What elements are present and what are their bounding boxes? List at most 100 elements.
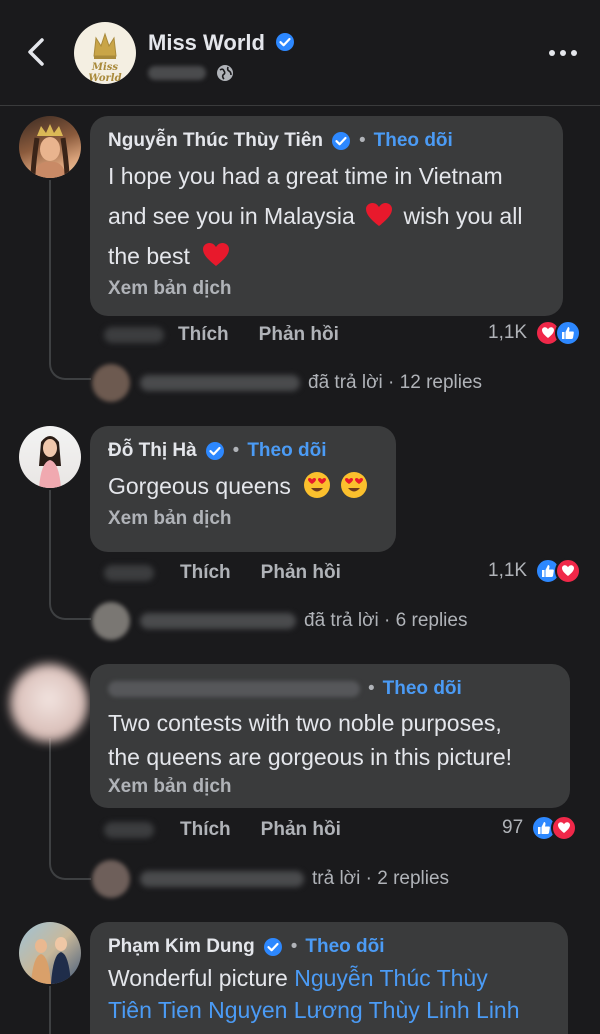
reply-summary-text: đã trả lời · 6 replies <box>304 610 468 631</box>
more-horizontal-icon[interactable] <box>548 48 578 58</box>
avatar-photo <box>31 937 71 984</box>
follow-button[interactable]: Theo dõi <box>374 130 453 152</box>
separator-dot: • <box>368 678 375 699</box>
logo-text: Miss World <box>88 62 122 84</box>
thread-line <box>49 180 51 356</box>
globe-icon <box>217 65 233 81</box>
comment-bubble[interactable]: Đỗ Thị Hà • Theo dõi Gorgeous queens Xem… <box>90 426 396 552</box>
separator-dot: • <box>359 130 366 151</box>
reaction-summary[interactable]: 1,1K <box>488 558 582 584</box>
comment-header: • Theo dõi <box>108 678 552 700</box>
comment-header: Nguyễn Thúc Thùy Tiên • Theo dõi <box>108 130 545 152</box>
comment-line: Two contests with two noble purposes, <box>108 710 502 736</box>
red-heart-emoji-icon <box>366 203 393 226</box>
comment-header: Đỗ Thị Hà • Theo dõi <box>108 440 378 462</box>
comment-bubble[interactable]: Phạm Kim Dung • Theo dõi Wonderful pictu… <box>90 922 568 1034</box>
comment-bubble[interactable]: • Theo dõi Two contests with two noble p… <box>90 664 570 808</box>
comment-avatar[interactable] <box>19 116 81 178</box>
comment-author[interactable]: Nguyễn Thúc Thùy Tiên <box>108 130 323 152</box>
heart-eyes-emoji-icon <box>340 472 367 498</box>
follow-button[interactable]: Theo dõi <box>305 936 384 958</box>
reply-button[interactable]: Phản hồi <box>259 324 339 346</box>
post-meta <box>148 64 234 82</box>
crown-logo-icon <box>93 32 117 59</box>
red-heart-emoji-icon <box>203 243 230 266</box>
comment-time-blurred <box>104 565 154 581</box>
thread-connector <box>49 356 91 380</box>
comment-header: Phạm Kim Dung • Theo dõi <box>108 936 550 958</box>
comment-time-blurred <box>104 327 164 343</box>
comment-actions: Thích Phản hồi <box>104 815 341 845</box>
comment-bubble[interactable]: Nguyễn Thúc Thùy Tiên • Theo dõi I hope … <box>90 116 563 316</box>
verified-badge-icon <box>332 132 350 150</box>
comment-line-text: wish you all <box>403 203 523 229</box>
comment-line-text: and see you in Malaysia <box>108 203 355 229</box>
comment-avatar[interactable] <box>19 426 81 488</box>
like-button[interactable]: Thích <box>178 324 229 346</box>
comment-actions: Thích Phản hồi <box>104 320 339 350</box>
heart-eyes-emoji-icon <box>304 472 331 498</box>
reaction-count: 97 <box>502 817 524 838</box>
reply-button[interactable]: Phản hồi <box>261 819 341 841</box>
like-button[interactable]: Thích <box>180 819 231 841</box>
reply-summary[interactable]: trả lời · 2 replies <box>92 860 449 898</box>
reply-author-blurred <box>140 871 304 887</box>
mention-link[interactable]: Tiên Tien Nguyen Lương Thùy Linh Linh <box>108 997 520 1023</box>
reply-avatar-blurred <box>92 602 130 640</box>
mention-link[interactable]: Nguyễn Thúc Thùy <box>294 965 488 991</box>
comment-time-blurred <box>104 822 154 838</box>
love-reaction-icon <box>551 815 578 841</box>
comment-text: Two contests with two noble purposes, th… <box>108 706 552 774</box>
comment-line-text: the best <box>108 243 190 269</box>
comment-avatar[interactable] <box>19 922 81 984</box>
reply-button[interactable]: Phản hồi <box>261 562 341 584</box>
thread-line <box>49 738 51 856</box>
comment-line: the queens are gorgeous in this picture! <box>108 744 513 770</box>
thread-line <box>49 986 51 1034</box>
follow-button[interactable]: Theo dõi <box>383 678 462 700</box>
comment-line-text: Wonderful picture <box>108 965 295 991</box>
reaction-summary[interactable]: 97 <box>502 815 578 841</box>
love-reaction-icon <box>555 558 582 584</box>
reply-author-blurred <box>140 613 296 629</box>
comment-line: I hope you had a great time in Vietnam <box>108 163 503 189</box>
verified-badge-icon <box>276 33 295 52</box>
reply-avatar-blurred <box>92 364 130 402</box>
reply-summary-text: đã trả lời · 12 replies <box>308 372 483 393</box>
comment-text: Gorgeous queens <box>108 466 378 506</box>
comment-author[interactable]: Phạm Kim Dung <box>108 936 255 958</box>
reaction-summary[interactable]: 1,1K <box>488 320 582 346</box>
verified-badge-icon <box>263 938 282 956</box>
post-header: Miss World Miss World <box>0 0 600 106</box>
see-translation-link[interactable]: Xem bản dịch <box>108 776 552 798</box>
comment-line: the best <box>108 236 545 276</box>
verified-badge-icon <box>205 442 224 460</box>
thread-line <box>49 490 51 596</box>
thread-connector <box>49 856 91 880</box>
page-name-label: Miss World <box>148 30 265 55</box>
reply-summary[interactable]: đã trả lời · 12 replies <box>92 364 482 402</box>
page-avatar[interactable]: Miss World <box>74 22 136 84</box>
reply-avatar-blurred <box>92 860 130 898</box>
comment-author-blurred[interactable] <box>108 681 360 697</box>
reply-summary[interactable]: đã trả lời · 6 replies <box>92 602 467 640</box>
avatar-photo <box>30 124 70 178</box>
thread-connector <box>49 596 91 620</box>
follow-button[interactable]: Theo dõi <box>247 440 326 462</box>
reaction-count: 1,1K <box>488 560 528 581</box>
see-translation-link[interactable]: Xem bản dịch <box>108 508 378 530</box>
like-button[interactable]: Thích <box>180 562 231 584</box>
comment-line: and see you in Malaysia wish you all <box>108 196 545 236</box>
comment-author[interactable]: Đỗ Thị Hà <box>108 440 197 462</box>
reaction-count: 1,1K <box>488 322 528 343</box>
comment-avatar-blurred[interactable] <box>10 664 88 742</box>
separator-dot: • <box>232 440 240 461</box>
avatar-photo <box>39 436 61 488</box>
comment-text: I hope you had a great time in Vietnam a… <box>108 156 545 276</box>
chevron-left-icon[interactable] <box>22 34 50 70</box>
like-reaction-icon <box>555 320 582 346</box>
page-name[interactable]: Miss World <box>148 30 295 56</box>
separator-dot: • <box>290 936 298 957</box>
comment-text: Wonderful picture Nguyễn Thúc Thùy Tiên … <box>108 962 550 1026</box>
see-translation-link[interactable]: Xem bản dịch <box>108 278 545 300</box>
